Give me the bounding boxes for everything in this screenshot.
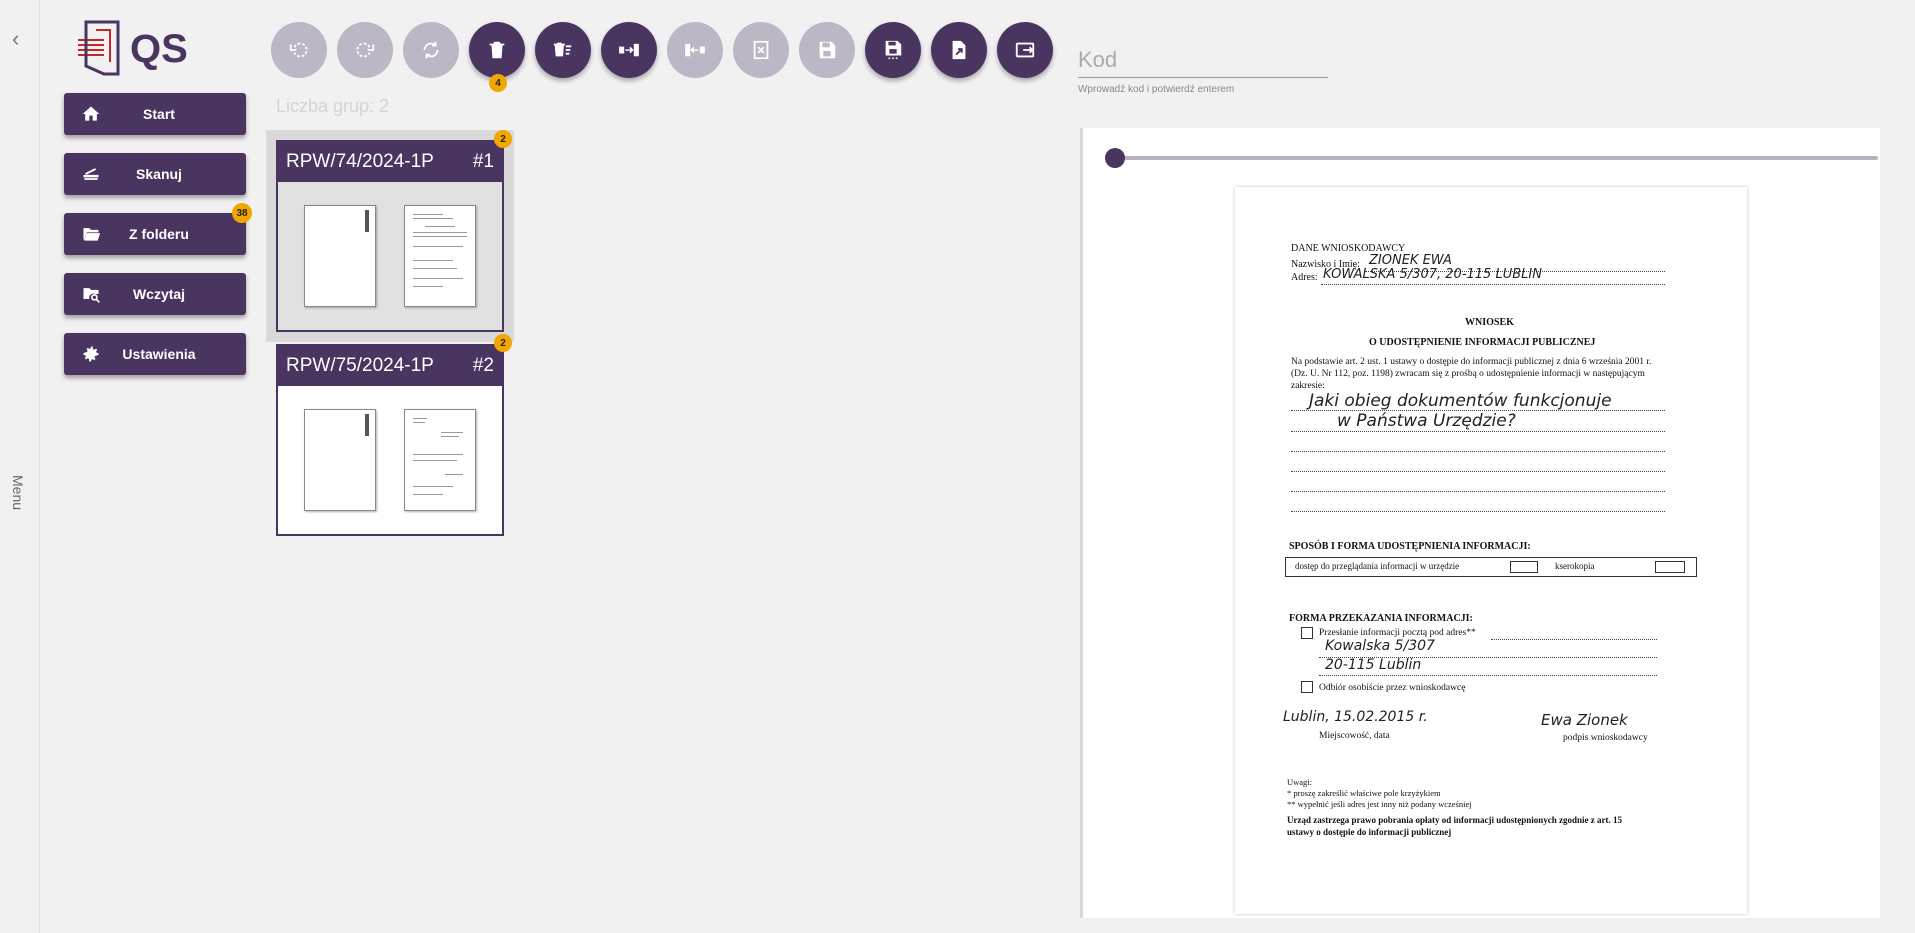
doc-scope-line: w Państwa Urzędzie? (1337, 411, 1516, 431)
doc-transfer-address: 20-115 Lublin (1325, 657, 1422, 673)
chevron-left-icon[interactable]: ‹ (12, 28, 19, 50)
sidebar: QS Start Skanuj Z folderu 38 Wczytaj Ust… (40, 0, 252, 933)
doc-title: WNIOSEK (1465, 317, 1514, 328)
doc-address-value: KOWALSKA 5/307, 20-115 LUBLIN (1323, 267, 1542, 282)
delete-group-icon (753, 40, 769, 60)
group-pages (278, 386, 502, 534)
doc-fee-note: Urząd zastrzega prawo pobrania opłaty od… (1287, 815, 1622, 825)
app-logo: QS (78, 20, 188, 76)
doc-access-option: kserokopia (1555, 561, 1595, 571)
folder-count-badge: 38 (232, 203, 252, 223)
group-card[interactable]: RPW/74/2024-1P #1 2 (266, 130, 514, 342)
rotate-right-icon (356, 42, 375, 58)
nav-settings-button[interactable]: Ustawienia (64, 333, 246, 375)
doc-notes-header: Uwagi: (1287, 777, 1313, 787)
group-page-count-badge: 2 (494, 334, 512, 352)
group-page-count-badge: 2 (494, 130, 512, 148)
selected-count-badge: 4 (489, 74, 507, 92)
doc-place-date-value: Lublin, 15.02.2015 r. (1283, 709, 1428, 725)
group-header: RPW/74/2024-1P #1 (278, 142, 502, 182)
page-thumbnail[interactable] (304, 205, 376, 307)
split-icon (685, 43, 705, 57)
nav-start-button[interactable]: Start (64, 93, 246, 135)
group-number: #1 (472, 151, 494, 172)
doc-note: ** wypełnić jeśli adres jest inny niż po… (1287, 799, 1472, 809)
delete-group-button[interactable] (733, 22, 789, 78)
doc-access-option: dostęp do przeglądania informacji w urzę… (1295, 561, 1460, 571)
merge-icon (619, 43, 639, 57)
document-page: DANE WNIOSKODAWCY Nazwisko i Imię: ZIONE… (1235, 187, 1747, 914)
side-rail: ‹ Menu (0, 0, 40, 933)
doc-intro-line: zakresie: (1291, 381, 1325, 391)
doc-signature-label: podpis wnioskodawcy (1563, 733, 1648, 743)
rotate-right-button[interactable] (337, 22, 393, 78)
export-file-button[interactable] (931, 22, 987, 78)
merge-button[interactable] (601, 22, 657, 78)
group-header: RPW/75/2024-1P #2 (278, 346, 502, 386)
code-field: Wprowadź kod i potwierdź enterem (1078, 42, 1328, 95)
doc-transfer-option: Odbiór osobiście przez wnioskodawcę (1319, 683, 1466, 693)
delete-page-button[interactable]: 4 (469, 22, 525, 92)
send-icon (1015, 42, 1035, 58)
save-as-button[interactable] (865, 22, 921, 78)
group-title: RPW/75/2024-1P (286, 355, 434, 376)
page-thumbnail[interactable] (404, 409, 476, 511)
rotate-left-icon (289, 42, 308, 58)
doc-address-label: Adres: (1291, 272, 1318, 283)
delete-sweep-icon (553, 42, 572, 57)
gear-icon (83, 346, 99, 362)
logo-text: QS (130, 27, 188, 71)
delete-sweep-button[interactable] (535, 22, 591, 78)
doc-transfer-header: FORMA PRZEKAZANIA INFORMACJI: (1289, 613, 1473, 624)
scanner-icon (83, 168, 99, 180)
doc-intro-line: Na podstawie art. 2 ust. 1 ustawy o dost… (1291, 357, 1652, 367)
nav-scan-button[interactable]: Skanuj (64, 153, 246, 195)
group-title: RPW/74/2024-1P (286, 151, 434, 172)
menu-label[interactable]: Menu (10, 475, 26, 510)
doc-fee-note: ustawy o dostępie do informacji publiczn… (1287, 827, 1452, 837)
page-slider-thumb[interactable] (1105, 148, 1125, 168)
rotate-180-icon (423, 41, 439, 59)
page-thumbnail[interactable] (404, 205, 476, 307)
doc-signature-value: Ewa Zionek (1541, 711, 1628, 729)
page-slider-track[interactable] (1113, 156, 1878, 160)
nav-load-button[interactable]: Wczytaj (64, 273, 246, 315)
save-icon (819, 41, 836, 59)
delete-icon (489, 41, 505, 59)
rotate-180-button[interactable] (403, 22, 459, 78)
folder-search-icon (83, 288, 100, 303)
group-pages (278, 182, 502, 330)
home-icon (82, 106, 100, 121)
doc-scope-line: Jaki obieg dokumentów funkcjonuje (1309, 391, 1612, 411)
page-thumbnail[interactable] (304, 409, 376, 511)
group-count: Liczba grup: 2 (276, 96, 390, 116)
save-button[interactable] (799, 22, 855, 78)
doc-name-value: ZIONEK EWA (1369, 253, 1452, 268)
split-button[interactable] (667, 22, 723, 78)
send-button[interactable] (997, 22, 1053, 78)
nav-from-folder-button[interactable]: Z folderu 38 (64, 203, 252, 255)
rotate-left-button[interactable] (271, 22, 327, 78)
doc-note: * proszę zakreślić właściwe pole krzyżyk… (1287, 788, 1441, 798)
save-as-icon (885, 40, 902, 60)
doc-intro-line: (Dz. U. Nr 112, poz. 1198) zwracam się z… (1291, 369, 1645, 379)
doc-transfer-option: Przesłanie informacji pocztą pod adres** (1319, 628, 1476, 638)
doc-place-date-label: Miejscowość, data (1319, 731, 1390, 741)
code-hint: Wprowadź kod i potwierdź enterem (1078, 84, 1235, 95)
code-input[interactable] (1078, 42, 1328, 78)
export-file-icon (952, 40, 966, 60)
doc-access-header: SPOSÓB I FORMA UDOSTĘPNIENIA INFORMACJI: (1289, 541, 1531, 552)
doc-transfer-address: Kowalska 5/307 (1325, 638, 1435, 654)
group-number: #2 (472, 355, 494, 376)
folder-open-icon (83, 228, 101, 241)
document-preview: DANE WNIOSKODAWCY Nazwisko i Imię: ZIONE… (1080, 128, 1880, 918)
group-card[interactable]: RPW/75/2024-1P #2 2 (276, 334, 512, 536)
doc-subtitle: O UDOSTĘPNIENIE INFORMACJI PUBLICZNEJ (1369, 337, 1596, 348)
